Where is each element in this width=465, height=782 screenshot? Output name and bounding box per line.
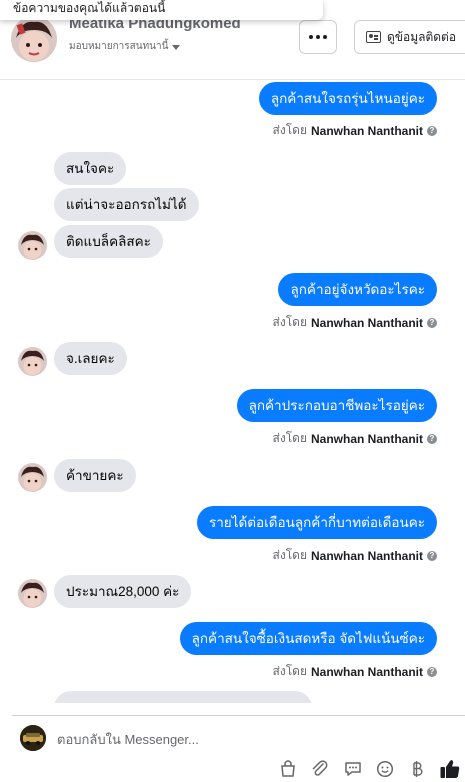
sent-by-prefix: ส่งโดย	[272, 315, 307, 329]
message-outgoing: ลูกค้าอยู่จังหวัดอะไรคะ	[278, 273, 437, 306]
message-outgoing: ลูกค้าสนใจซื้อเงินสดหรือ จัดไฟแน้นซ์คะ	[179, 622, 437, 655]
paperclip-icon[interactable]	[310, 759, 330, 779]
more-options-button[interactable]	[299, 20, 337, 54]
message-outgoing: ลูกค้าสนใจรถรุ่นไหนอยู่คะ	[258, 82, 437, 115]
sender-name: Nanwhan Nanthanit	[310, 431, 423, 446]
message-outgoing: ลูกค้าประกอบอาชีพอะไรอยู่คะ	[236, 389, 437, 422]
sender-avatar[interactable]	[18, 463, 47, 492]
help-icon[interactable]: ?	[427, 317, 437, 328]
help-icon[interactable]: ?	[427, 125, 437, 136]
message-incoming: สนใจคะ	[54, 152, 127, 185]
help-icon[interactable]: ?	[427, 550, 437, 561]
sender-name: Nanwhan Nanthanit	[310, 315, 423, 330]
contact-card-icon	[366, 31, 381, 43]
sender-avatar[interactable]	[18, 579, 47, 608]
sender-avatar[interactable]	[18, 347, 47, 376]
sent-by-label: ส่งโดย Nanwhan Nanthanit?	[273, 662, 437, 681]
sent-by-label: ส่งโดย Nanwhan Nanthanit?	[273, 546, 437, 565]
chat-reply-icon[interactable]	[343, 759, 363, 779]
message-incoming: ติดแบล็คลิสคะ	[54, 225, 163, 258]
composer-divider	[12, 715, 465, 716]
reply-composer	[0, 703, 465, 782]
view-contact-label: ดูข้อมูลติดต่อ	[387, 29, 457, 44]
sent-by-label: ส่งโดย Nanwhan Nanthanit?	[273, 429, 437, 448]
sent-by-label: ส่งโดย Nanwhan Nanthanit?	[273, 121, 437, 140]
sent-by-prefix: ส่งโดย	[272, 431, 307, 445]
sent-by-prefix: ส่งโดย	[272, 123, 307, 137]
reply-input[interactable]	[57, 728, 437, 750]
sender-name: Nanwhan Nanthanit	[310, 548, 423, 563]
page-avatar	[20, 725, 46, 751]
caret-down-icon	[172, 45, 181, 50]
assign-label: มอบหมายการสนทนานี้	[69, 41, 169, 52]
message-incoming: ประมาณ28,000 ค่ะ	[54, 575, 192, 608]
message-incoming: แต่น่าจะออกรถไม่ได้	[54, 188, 199, 221]
notification-toast: ข้อความของคุณได้แล้วตอนนี้	[0, 0, 323, 20]
sent-by-prefix: ส่งโดย	[272, 548, 307, 562]
message-incoming: ค้าขายคะ	[54, 459, 136, 492]
sender-name: Nanwhan Nanthanit	[310, 664, 423, 679]
message-incoming: จ.เลยคะ	[54, 342, 127, 375]
more-dots-icon	[309, 35, 327, 39]
sender-avatar[interactable]	[18, 231, 47, 260]
view-contact-button[interactable]: ดูข้อมูลติดต่อ	[354, 20, 465, 54]
contact-avatar[interactable]	[11, 16, 57, 62]
help-icon[interactable]: ?	[427, 666, 437, 677]
assign-conversation-dropdown[interactable]: มอบหมายการสนทนานี้	[69, 39, 181, 54]
message-thread[interactable]: ลูกค้าสนใจรถรุ่นไหนอยู่คะ ส่งโดย Nanwhan …	[0, 81, 465, 703]
message-incoming-partial	[54, 691, 312, 703]
baht-icon[interactable]	[407, 759, 427, 779]
sent-by-prefix: ส่งโดย	[272, 664, 307, 678]
thumbs-up-icon[interactable]	[439, 758, 461, 780]
shopping-bag-icon[interactable]	[278, 759, 298, 779]
sender-name: Nanwhan Nanthanit	[310, 123, 423, 138]
help-icon[interactable]: ?	[427, 433, 437, 444]
emoji-icon[interactable]	[375, 759, 395, 779]
sent-by-label: ส่งโดย Nanwhan Nanthanit?	[273, 313, 437, 332]
message-outgoing: รายได้ต่อเดือนลูกค้ากี่บาทต่อเดือนคะ	[196, 506, 437, 539]
